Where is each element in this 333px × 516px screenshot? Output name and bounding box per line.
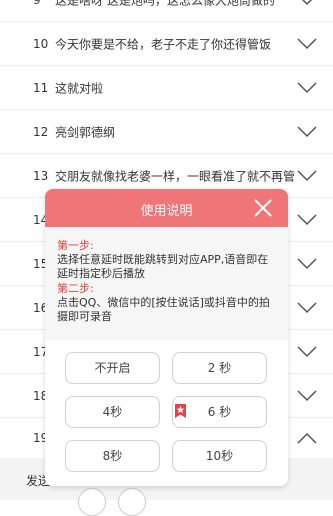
list-item[interactable]: 12 亮剑郭德纲 — [0, 110, 333, 154]
item-number: 9 — [33, 0, 41, 7]
item-number: 12 — [33, 124, 49, 139]
usage-instructions-dialog: 使用说明 第一步: 选择任意延时既能跳转到对应APP,语音即在延时指定秒后播放 … — [45, 189, 288, 486]
list-item[interactable]: 9 这是啥呀 这是炮吗，这怎么像大炮筒做的 — [0, 0, 333, 22]
chevron-up-icon[interactable] — [297, 432, 317, 444]
chevron-down-icon[interactable] — [297, 213, 317, 226]
item-title: 今天你要是不给，老子不走了你还得管饭 — [55, 37, 272, 51]
instructions: 第一步: 选择任意延时既能跳转到对应APP,语音即在延时指定秒后播放 第二步: … — [45, 227, 288, 324]
delay-options: 不开启 2 秒 4秒 6 秒 8秒 10秒 — [45, 340, 288, 486]
dialog-header: 使用说明 — [45, 189, 288, 227]
delay-option-6s-label: 6 秒 — [207, 405, 232, 419]
item-title: 这就对啦 — [55, 81, 104, 95]
item-title: 亮剑郭德纲 — [55, 125, 116, 139]
chevron-down-icon[interactable] — [297, 169, 317, 182]
chevron-down-icon[interactable] — [297, 0, 317, 6]
list-item[interactable]: 11 这就对啦 — [0, 66, 333, 110]
chevron-down-icon[interactable] — [297, 345, 317, 358]
chevron-down-icon[interactable] — [297, 257, 317, 270]
delay-option-8s[interactable]: 8秒 — [65, 440, 160, 472]
step1-title: 第一步: — [57, 239, 94, 252]
chevron-down-icon[interactable] — [297, 125, 317, 138]
delay-option-2s[interactable]: 2 秒 — [172, 352, 267, 384]
delay-option-4s[interactable]: 4秒 — [65, 396, 160, 428]
chevron-down-icon[interactable] — [297, 81, 317, 94]
delay-option-off[interactable]: 不开启 — [65, 352, 160, 384]
item-title: 交朋友就像找老婆一样，一眼看准了就不再管... — [55, 169, 295, 183]
qq-share-button[interactable] — [78, 488, 106, 516]
step1-body: 选择任意延时既能跳转到对应APP,语音即在延时指定秒后播放 — [57, 253, 269, 280]
close-icon[interactable] — [252, 197, 274, 219]
wechat-share-button[interactable] — [118, 488, 146, 516]
item-number: 10 — [33, 36, 49, 51]
chevron-down-icon[interactable] — [297, 389, 317, 402]
selected-star-icon — [175, 404, 186, 418]
item-title: 这是啥呀 这是炮吗，这怎么像大炮筒做的 — [55, 0, 275, 7]
step2-title: 第二步: — [57, 282, 94, 295]
chevron-down-icon[interactable] — [297, 301, 317, 314]
item-number: 13 — [33, 168, 49, 183]
list-item[interactable]: 10 今天你要是不给，老子不走了你还得管饭 — [0, 22, 333, 66]
delay-option-10s[interactable]: 10秒 — [172, 440, 267, 472]
item-number: 11 — [33, 80, 49, 95]
step2-body: 点击QQ、微信中的[按住说话]或抖音中的拍摄即可录音 — [57, 296, 270, 323]
delay-option-6s[interactable]: 6 秒 — [172, 396, 267, 428]
chevron-down-icon[interactable] — [297, 37, 317, 50]
